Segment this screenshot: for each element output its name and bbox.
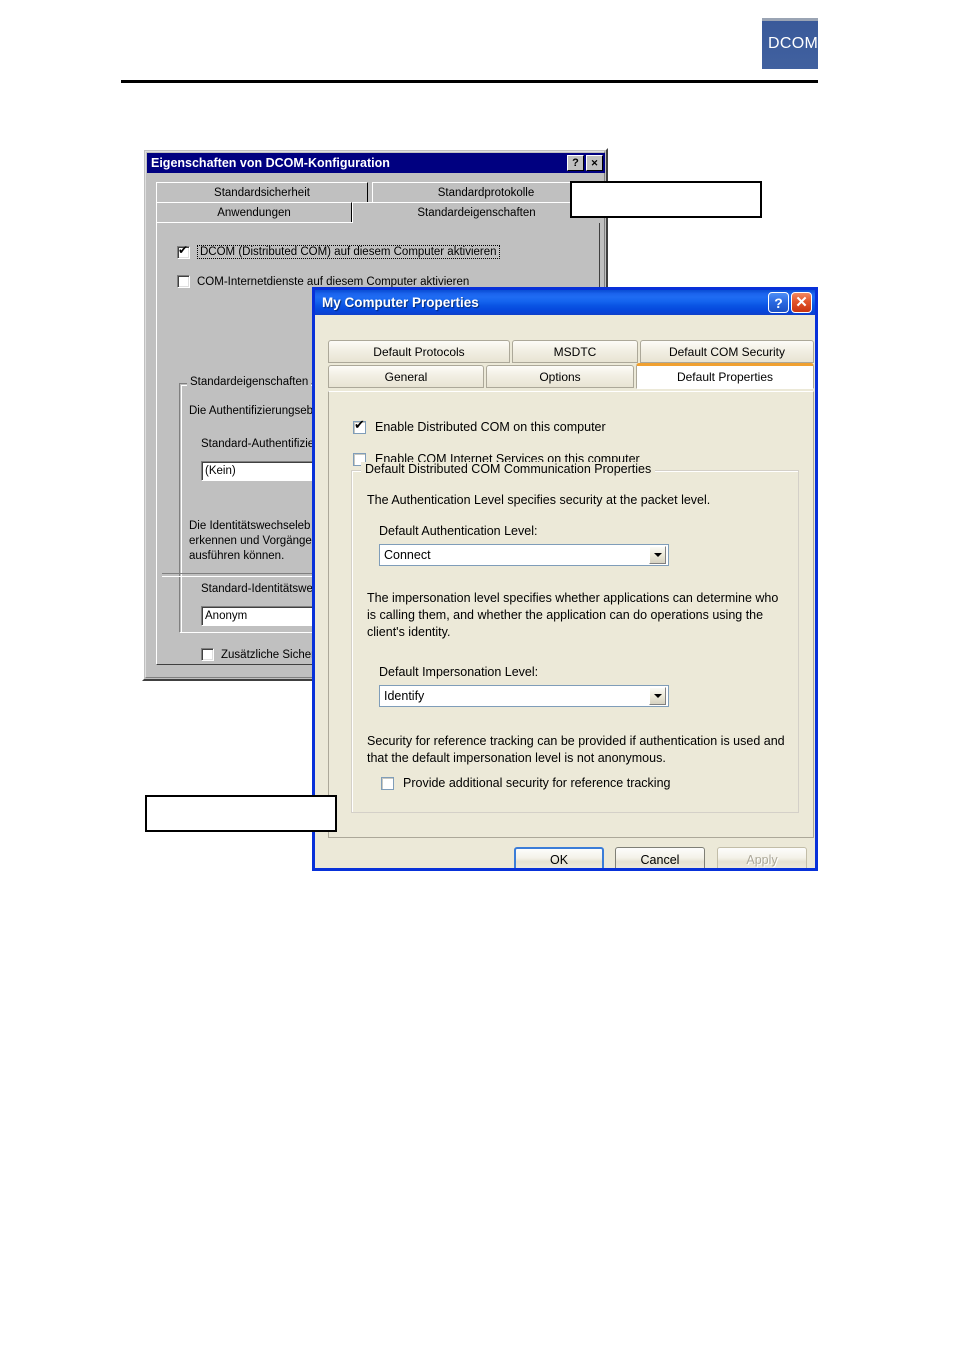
auth-description-de: Die Authentifizierungseb xyxy=(189,405,314,417)
auth-level-label-de: Standard-Authentifizier xyxy=(201,438,318,450)
impersonation-level-dropdown[interactable]: Identify xyxy=(379,685,669,707)
tab-label: Default Protocols xyxy=(373,344,465,359)
tab-msdtc[interactable]: MSDTC xyxy=(512,340,638,363)
close-icon[interactable]: ✕ xyxy=(586,155,603,171)
tab-label: General xyxy=(384,369,428,384)
win2k-titlebar[interactable]: Eigenschaften von DCOM-Konfiguration ? ✕ xyxy=(147,153,605,173)
apply-button: Apply xyxy=(717,847,807,868)
win2k-tab-row-primary: Standardsicherheit Standardprotokolle xyxy=(156,182,600,203)
dcom-logo-text: DCOM- xyxy=(768,34,818,52)
tab-default-com-security[interactable]: Default COM Security xyxy=(640,340,814,363)
impersonation-level-description: The impersonation level specifies whethe… xyxy=(367,591,779,639)
impersonation-level-label-de: Standard-Identitätswe xyxy=(201,583,313,595)
tab-default-protocols[interactable]: Default Protocols xyxy=(328,340,510,363)
impersonation-level-label: Default Impersonation Level: xyxy=(379,665,539,679)
tab-label: Standardeigenschaften xyxy=(417,207,536,219)
logo-top-accent-bar xyxy=(762,18,818,21)
auth-level-label: Default Authentication Level: xyxy=(379,524,538,538)
button-label: Apply xyxy=(746,852,778,867)
tab-standardeigenschaften[interactable]: Standardeigenschaften xyxy=(352,202,600,223)
tab-label: Default COM Security xyxy=(668,344,786,359)
tab-label: Default Properties xyxy=(676,370,774,384)
checkbox-label: Enable Distributed COM on this computer xyxy=(375,420,606,434)
impersonation-desc-line3-de: ausführen können. xyxy=(189,550,285,562)
checkbox-enable-distributed-com[interactable]: Enable Distributed COM on this computer xyxy=(353,418,606,434)
auth-level-dropdown[interactable]: Connect xyxy=(379,544,669,566)
help-icon[interactable]: ? xyxy=(567,155,584,171)
button-label: OK xyxy=(549,852,569,867)
xp-tab-panel: Enable Distributed COM on this computer … xyxy=(328,391,814,838)
tab-label: Options xyxy=(539,369,581,384)
impersonation-level-value-de: Anonym xyxy=(205,610,248,622)
checkbox-icon[interactable] xyxy=(353,418,366,434)
impersonation-level-value: Identify xyxy=(384,689,425,703)
checkbox-enable-dcom-de[interactable]: DCOM (Distributed COM) auf diesem Comput… xyxy=(177,244,500,259)
checkbox-provide-additional-security[interactable]: Provide additional security for referenc… xyxy=(381,776,671,790)
checkbox-icon[interactable] xyxy=(177,244,190,259)
checkbox-label: COM-Internetdienste auf diesem Computer … xyxy=(197,275,470,288)
ok-button[interactable]: OK xyxy=(514,847,604,868)
close-icon[interactable]: ✕ xyxy=(791,292,812,313)
checkbox-icon[interactable] xyxy=(381,776,394,790)
button-label: Cancel xyxy=(640,852,680,867)
checkbox-extra-security-de[interactable]: Zusätzliche Sicherh xyxy=(201,648,321,661)
groupbox-legend: Default Distributed COM Communication Pr… xyxy=(361,462,656,476)
win2k-title: Eigenschaften von DCOM-Konfiguration xyxy=(151,156,390,170)
header-divider-rule xyxy=(121,80,818,83)
checkbox-icon[interactable] xyxy=(177,275,190,288)
auth-level-description: The Authentication Level specifies secur… xyxy=(367,493,711,507)
checkbox-label: Zusätzliche Sicherh xyxy=(221,648,322,661)
checkbox-icon[interactable] xyxy=(201,648,214,661)
win2k-tab-row-secondary: Anwendungen Standardeigenschaften xyxy=(156,202,600,223)
tab-label: Anwendungen xyxy=(217,207,291,219)
checkbox-label: Provide additional security for referenc… xyxy=(403,776,671,790)
tab-label: MSDTC xyxy=(553,344,597,359)
tab-standardsicherheit[interactable]: Standardsicherheit xyxy=(156,182,368,203)
auth-level-value-de: (Kein) xyxy=(205,465,236,477)
tab-general[interactable]: General xyxy=(328,365,484,388)
callout-box-bottom xyxy=(145,795,337,832)
chevron-down-icon[interactable] xyxy=(649,687,666,705)
tab-options[interactable]: Options xyxy=(486,365,634,388)
checkbox-label: DCOM (Distributed COM) auf diesem Comput… xyxy=(197,245,500,259)
my-computer-properties-dialog: My Computer Properties ? ✕ Default Proto… xyxy=(312,287,818,871)
auth-level-value: Connect xyxy=(384,548,431,562)
impersonation-desc-line2-de: erkennen und Vorgänge xyxy=(189,535,312,547)
tab-anwendungen[interactable]: Anwendungen xyxy=(156,202,352,223)
impersonation-desc-line1-de: Die Identitätswechseleb xyxy=(189,520,311,532)
tab-default-properties[interactable]: Default Properties xyxy=(636,363,814,389)
help-icon[interactable]: ? xyxy=(768,292,789,313)
chevron-down-icon[interactable] xyxy=(649,546,666,564)
xp-titlebar[interactable]: My Computer Properties ? ✕ xyxy=(315,287,815,315)
dcom-logo: DCOM- xyxy=(762,18,818,69)
xp-dialog-body: Default Protocols MSDTC Default COM Secu… xyxy=(318,315,814,868)
tab-label: Standardprotokolle xyxy=(437,187,535,199)
tab-label: Standardsicherheit xyxy=(214,187,310,199)
xp-window-title: My Computer Properties xyxy=(322,295,479,310)
reference-tracking-description: Security for reference tracking can be p… xyxy=(367,734,785,765)
tab-standardprotokolle[interactable]: Standardprotokolle xyxy=(372,182,600,203)
groupbox-legend-de: Standardeigenschaften xyxy=(187,376,312,388)
callout-box-top xyxy=(570,181,762,218)
cancel-button[interactable]: Cancel xyxy=(615,847,705,868)
